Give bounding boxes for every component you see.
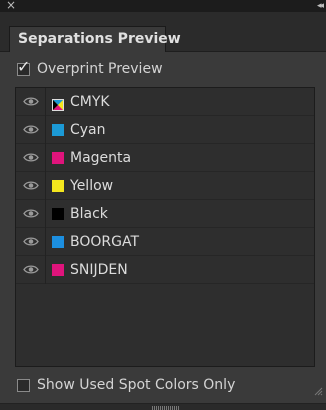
check-icon: ✓ (17, 56, 31, 76)
color-swatch (52, 235, 64, 248)
show-used-spot-colors-label: Show Used Spot Colors Only (37, 377, 236, 393)
color-swatch (52, 151, 64, 164)
color-swatch (52, 263, 64, 276)
visibility-toggle[interactable] (16, 199, 46, 228)
tab-separations-preview[interactable]: Separations Preview (9, 26, 181, 52)
cmyk-swatch-icon (52, 98, 64, 111)
eye-icon (22, 153, 39, 162)
separations-list: CMYK Cyan Magenta Yellow Black BOORGAT SNIJDEN (15, 87, 315, 367)
tab-strip: Separations Preview (0, 12, 326, 52)
overprint-preview-checkbox[interactable]: ✓ (17, 57, 30, 76)
resize-grip-icon[interactable] (313, 386, 323, 396)
overprint-preview-label: Overprint Preview (37, 61, 163, 77)
separation-label: CMYK (70, 93, 110, 110)
separation-label: SNIJDEN (70, 261, 128, 278)
visibility-toggle[interactable] (16, 143, 46, 172)
close-icon[interactable]: × (6, 0, 16, 12)
separation-label: Cyan (70, 121, 106, 138)
eye-icon (22, 209, 39, 218)
panel-title-bar[interactable]: × ◂◂ (0, 0, 326, 12)
separation-label: Magenta (70, 149, 132, 166)
visibility-toggle[interactable] (16, 115, 46, 144)
separation-row-cyan[interactable]: Cyan (16, 115, 314, 144)
separation-label: BOORGAT (70, 233, 140, 250)
visibility-toggle[interactable] (16, 87, 46, 116)
separation-row-black[interactable]: Black (16, 199, 314, 228)
color-swatch (52, 179, 64, 192)
visibility-toggle[interactable] (16, 171, 46, 200)
eye-icon (22, 265, 39, 274)
visibility-toggle[interactable] (16, 227, 46, 256)
separation-row-cmyk[interactable]: CMYK (16, 87, 314, 116)
separation-row-boorgat[interactable]: BOORGAT (16, 227, 314, 256)
separations-preview-panel: × ◂◂ Separations Preview ✓ Overprint Pre… (0, 0, 326, 410)
eye-icon (22, 181, 39, 190)
separation-label: Yellow (70, 177, 114, 194)
color-swatch (52, 96, 64, 111)
separation-label: Black (70, 205, 108, 222)
overprint-preview-checkbox-row[interactable]: ✓ Overprint Preview (17, 57, 163, 77)
eye-icon (22, 97, 39, 106)
color-swatch (52, 207, 64, 220)
show-used-spot-colors-checkbox[interactable] (17, 378, 30, 392)
separation-row-magenta[interactable]: Magenta (16, 143, 314, 172)
separation-row-snijden[interactable]: SNIJDEN (16, 255, 314, 284)
eye-icon (22, 125, 39, 134)
panel-resize-handle[interactable] (152, 406, 180, 410)
show-used-spot-colors-row[interactable]: Show Used Spot Colors Only (17, 377, 235, 393)
visibility-toggle[interactable] (16, 255, 46, 284)
color-swatch (52, 123, 64, 136)
eye-icon (22, 237, 39, 246)
separation-row-yellow[interactable]: Yellow (16, 171, 314, 200)
